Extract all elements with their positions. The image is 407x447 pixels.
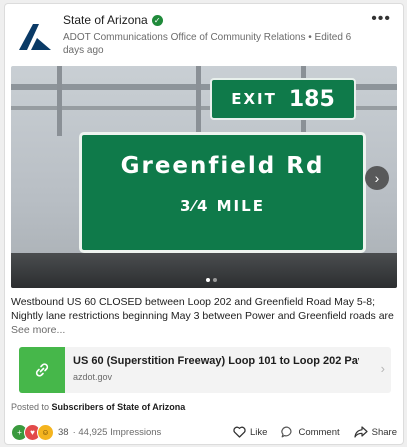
impressions-count: · 44,925 Impressions (72, 426, 162, 438)
comment-icon (281, 426, 292, 438)
like-label: Like (250, 426, 268, 438)
exit-number: 185 (288, 86, 335, 112)
post-header: State of Arizona ✓ ADOT Communications O… (5, 4, 403, 66)
post-meta: ADOT Communications Office of Community … (63, 32, 352, 56)
sign-distance: 3⁄4 MILE (180, 197, 265, 215)
post-text: Westbound US 60 CLOSED between Loop 202 … (11, 295, 395, 337)
account-name[interactable]: State of Arizona (63, 13, 148, 27)
account-header: State of Arizona ✓ (63, 13, 163, 27)
carousel-next-icon[interactable]: › (365, 166, 389, 190)
comment-label: Comment (298, 426, 340, 438)
link-icon (19, 347, 65, 393)
posted-target[interactable]: Subscribers of State of Arizona (52, 402, 186, 412)
carousel-dot-active[interactable] (206, 278, 210, 282)
carousel-dot[interactable] (213, 278, 217, 282)
reaction-count[interactable]: 38 (58, 427, 69, 438)
post-actions: Like Comment Share (233, 423, 397, 441)
adot-logo-icon[interactable] (17, 22, 53, 52)
share-button[interactable]: Share (354, 426, 397, 438)
heart-like-icon (233, 426, 246, 438)
link-domain: azdot.gov (73, 372, 113, 382)
verified-icon: ✓ (151, 14, 163, 26)
comment-button[interactable]: Comment (281, 426, 340, 438)
post-image[interactable]: EXIT 185 Greenfield Rd 3⁄4 MILE › (11, 66, 397, 288)
post-footer: + ♥ ☺ 38 · 44,925 Impressions Like Comme… (11, 423, 397, 441)
gantry-post (57, 66, 62, 136)
gantry-post (196, 66, 201, 136)
share-label: Share (371, 426, 397, 438)
link-preview-card[interactable]: US 60 (Superstition Freeway) Loop 101 to… (19, 347, 391, 393)
reactions-summary[interactable]: + ♥ ☺ 38 · 44,925 Impressions (11, 423, 161, 441)
funny-reaction-icon: ☺ (37, 423, 54, 441)
see-more-link[interactable]: See more... (11, 324, 65, 336)
exit-sign: EXIT 185 (210, 78, 356, 120)
post-body: Westbound US 60 CLOSED between Loop 202 … (11, 296, 394, 322)
post-card: State of Arizona ✓ ADOT Communications O… (4, 3, 404, 445)
posted-prefix: Posted to (11, 402, 50, 412)
gantry-beam (11, 253, 397, 288)
like-button[interactable]: Like (233, 426, 267, 438)
more-options-icon[interactable]: ••• (371, 11, 391, 27)
road-sign: Greenfield Rd 3⁄4 MILE (79, 132, 366, 253)
posted-to: Posted to Subscribers of State of Arizon… (11, 402, 185, 412)
sign-road-name: Greenfield Rd (120, 153, 325, 179)
share-icon (354, 426, 368, 438)
link-title[interactable]: US 60 (Superstition Freeway) Loop 101 to… (73, 355, 359, 367)
exit-word: EXIT (231, 90, 277, 108)
carousel-dots (206, 278, 217, 282)
chevron-right-icon: › (380, 361, 385, 376)
